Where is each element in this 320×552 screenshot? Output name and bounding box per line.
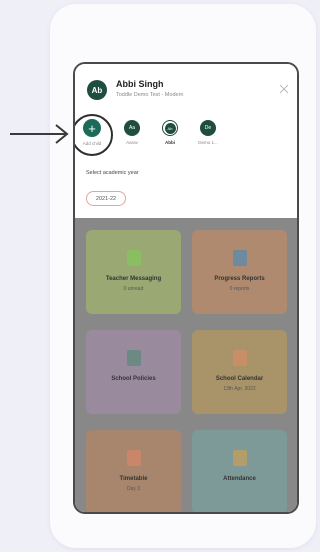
- plus-icon: +: [83, 119, 101, 137]
- tile-title: School Policies: [111, 376, 156, 382]
- tile-subtitle: 0 unread: [123, 286, 144, 292]
- child-name: Demo 1...: [198, 140, 218, 145]
- child-item-demo[interactable]: De Demo 1...: [191, 120, 225, 145]
- tile-subtitle: 13th Apr, 2022: [223, 386, 256, 392]
- child-avatar-selected: Ab: [162, 120, 178, 136]
- tile-teacher-messaging[interactable]: Teacher Messaging 0 unread: [86, 230, 181, 314]
- dimmed-dashboard: Teacher Messaging 0 unread Progress Repo…: [75, 218, 297, 512]
- timetable-icon: [126, 450, 141, 466]
- tile-subtitle: Day 3: [126, 486, 141, 492]
- tile-title: Timetable: [119, 476, 148, 482]
- school-name: Toddle Demo Test - Modern: [116, 92, 184, 98]
- add-child-label: Add child: [82, 141, 102, 146]
- user-name: Abbi Singh: [116, 79, 164, 89]
- policy-icon: [126, 350, 141, 366]
- phone-screen: Ab Abbi Singh Toddle Demo Test - Modern …: [73, 62, 299, 514]
- tile-progress-reports[interactable]: Progress Reports 0 reports: [192, 230, 287, 314]
- child-item-aarav[interactable]: Aa Aarav: [115, 120, 149, 145]
- child-switcher-popup: Ab Abbi Singh Toddle Demo Test - Modern …: [75, 64, 297, 218]
- child-avatar-initials: Ab: [164, 122, 176, 134]
- tile-title: Teacher Messaging: [105, 276, 162, 282]
- report-icon: [232, 250, 247, 266]
- avatar: Ab: [87, 80, 107, 100]
- academic-year-select[interactable]: 2021-22: [86, 191, 126, 206]
- attendance-icon: [232, 450, 247, 466]
- tile-school-calendar[interactable]: School Calendar 13th Apr, 2022: [192, 330, 287, 414]
- close-icon[interactable]: [279, 84, 289, 94]
- chat-icon: [126, 250, 141, 266]
- tile-title: School Calendar: [215, 376, 264, 382]
- child-avatar: Aa: [124, 120, 140, 136]
- child-item-abbi[interactable]: Ab Abbi: [153, 120, 187, 145]
- add-child-button[interactable]: + Add child: [75, 119, 109, 146]
- tile-title: Attendance: [223, 476, 256, 482]
- tile-school-policies[interactable]: School Policies: [86, 330, 181, 414]
- pointer-arrow-icon: [10, 124, 69, 144]
- child-name: Abbi: [165, 140, 175, 145]
- child-avatar: De: [200, 120, 216, 136]
- academic-year-label: Select academic year: [86, 170, 139, 176]
- tile-timetable[interactable]: Timetable Day 3: [86, 430, 181, 512]
- tile-subtitle: 0 reports: [229, 286, 250, 292]
- child-name: Aarav: [126, 140, 138, 145]
- tile-attendance[interactable]: Attendance: [192, 430, 287, 512]
- tile-title: Progress Reports: [214, 276, 265, 282]
- calendar-icon: [232, 350, 247, 366]
